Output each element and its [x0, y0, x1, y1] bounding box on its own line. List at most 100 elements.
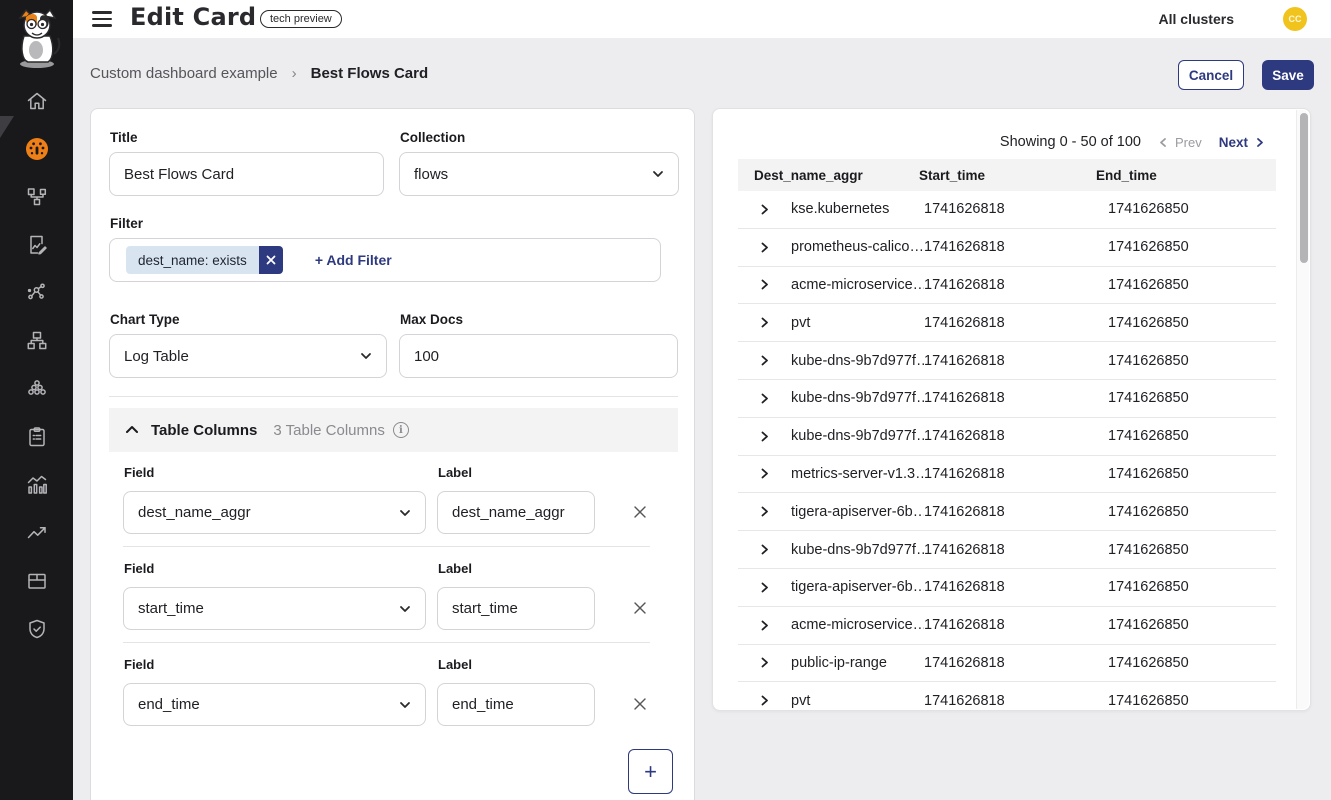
table-row[interactable]: tigera-apiserver-6b…17416268181741626850 — [738, 493, 1276, 531]
save-button[interactable]: Save — [1262, 60, 1314, 90]
sidebar-item-home[interactable] — [0, 77, 73, 125]
title-input[interactable] — [109, 152, 384, 196]
sidebar-item-service-graph[interactable] — [0, 269, 73, 317]
cell-end-time: 1741626850 — [1101, 542, 1260, 558]
cell-end-time: 1741626850 — [1101, 277, 1260, 293]
row-expand-icon[interactable] — [759, 393, 770, 404]
row-expand-icon[interactable] — [759, 279, 770, 290]
hamburger-menu-icon[interactable] — [92, 8, 114, 30]
clipboard-icon — [25, 425, 49, 449]
table-row[interactable]: prometheus-calico…17416268181741626850 — [738, 229, 1276, 267]
remove-column-button-1[interactable] — [631, 599, 649, 617]
field-select-2[interactable]: end_time — [123, 683, 426, 726]
chevron-down-icon — [360, 350, 372, 362]
table-row[interactable]: public-ip-range17416268181741626850 — [738, 645, 1276, 683]
sidebar-item-threat-feeds[interactable] — [0, 509, 73, 557]
cluster-nodes-icon — [25, 377, 49, 401]
sidebar-item-policies[interactable] — [0, 413, 73, 461]
cell-start-time: 1741626818 — [924, 466, 1101, 482]
table-row[interactable]: kse.kubernetes17416268181741626850 — [738, 191, 1276, 229]
table-row[interactable]: pvt17416268181741626850 — [738, 304, 1276, 342]
page-title: Edit Card — [130, 3, 256, 31]
sidebar-item-security[interactable] — [0, 605, 73, 653]
sidebar-item-inventory[interactable] — [0, 557, 73, 605]
scrollbar-track — [1296, 110, 1309, 709]
chart-type-value: Log Table — [124, 348, 189, 365]
cancel-button[interactable]: Cancel — [1178, 60, 1244, 90]
prev-page-button[interactable]: Prev — [1158, 135, 1202, 150]
collection-select[interactable]: flows — [399, 152, 679, 196]
next-page-button[interactable]: Next — [1219, 135, 1265, 150]
breadcrumb-parent[interactable]: Custom dashboard example — [90, 65, 278, 82]
info-icon[interactable]: i — [393, 422, 409, 438]
cell-start-time: 1741626818 — [924, 428, 1101, 444]
table-row[interactable]: tigera-apiserver-6b…17416268181741626850 — [738, 569, 1276, 607]
cluster-selector[interactable]: All clusters — [1159, 11, 1234, 27]
sidebar — [0, 0, 73, 800]
cell-dest-name: public-ip-range — [791, 655, 887, 671]
max-docs-input[interactable] — [399, 334, 678, 378]
label-input-2[interactable] — [437, 683, 595, 726]
label-input-0[interactable] — [437, 491, 595, 534]
tech-preview-badge: tech preview — [260, 10, 342, 28]
chevron-up-icon — [125, 423, 139, 437]
row-expand-icon[interactable] — [759, 544, 770, 555]
row-expand-icon[interactable] — [759, 695, 770, 706]
sidebar-item-topology[interactable] — [0, 173, 73, 221]
divider — [123, 642, 650, 643]
row-expand-icon[interactable] — [759, 431, 770, 442]
cell-start-time: 1741626818 — [924, 201, 1101, 217]
filter-chip-remove-icon[interactable] — [259, 246, 283, 274]
pagination: Showing 0 - 50 of 100 Prev Next — [1000, 134, 1265, 150]
avatar[interactable]: CC — [1283, 7, 1307, 31]
cell-end-time: 1741626850 — [1101, 353, 1260, 369]
table-row[interactable]: pvt17416268181741626850 — [738, 682, 1276, 711]
row-expand-icon[interactable] — [759, 620, 770, 631]
filter-chip[interactable]: dest_name: exists — [126, 246, 283, 274]
breadcrumb: Custom dashboard example › Best Flows Ca… — [90, 65, 428, 82]
row-expand-icon[interactable] — [759, 657, 770, 668]
row-expand-icon[interactable] — [759, 468, 770, 479]
field-select-0[interactable]: dest_name_aggr — [123, 491, 426, 534]
log-chart-icon — [25, 473, 49, 497]
showing-count: Showing 0 - 50 of 100 — [1000, 134, 1141, 150]
add-filter-button[interactable]: + Add Filter — [315, 252, 392, 268]
chevron-left-icon — [1158, 137, 1169, 148]
sidebar-item-dashboards[interactable] — [0, 125, 73, 173]
table-row[interactable]: acme-microservice…17416268181741626850 — [738, 607, 1276, 645]
cell-start-time: 1741626818 — [924, 542, 1101, 558]
remove-column-button-0[interactable] — [631, 503, 649, 521]
table-row[interactable]: metrics-server-v1.3…17416268181741626850 — [738, 456, 1276, 494]
sidebar-item-logs[interactable] — [0, 461, 73, 509]
field-select-1[interactable]: start_time — [123, 587, 426, 630]
label-input-1[interactable] — [437, 587, 595, 630]
filter-box[interactable]: dest_name: exists + Add Filter — [109, 238, 661, 282]
table-row[interactable]: kube-dns-9b7d977f…17416268181741626850 — [738, 418, 1276, 456]
scrollbar-thumb[interactable] — [1300, 113, 1308, 263]
table-row[interactable]: kube-dns-9b7d977f…17416268181741626850 — [738, 380, 1276, 418]
row-expand-icon[interactable] — [759, 317, 770, 328]
table-row[interactable]: kube-dns-9b7d977f…17416268181741626850 — [738, 531, 1276, 569]
remove-column-button-2[interactable] — [631, 695, 649, 713]
calico-cat-logo[interactable] — [10, 8, 64, 70]
row-expand-icon[interactable] — [759, 582, 770, 593]
field-value: start_time — [138, 600, 204, 617]
table-row[interactable]: acme-microservice…17416268181741626850 — [738, 267, 1276, 305]
row-expand-icon[interactable] — [759, 204, 770, 215]
chevron-down-icon — [399, 603, 411, 615]
divider — [123, 546, 650, 547]
sidebar-item-reports[interactable] — [0, 221, 73, 269]
label-label: Label — [438, 465, 472, 480]
row-expand-icon[interactable] — [759, 506, 770, 517]
sidebar-item-clusters[interactable] — [0, 365, 73, 413]
chart-type-select[interactable]: Log Table — [109, 334, 387, 378]
add-column-button[interactable]: + — [628, 749, 673, 794]
row-expand-icon[interactable] — [759, 242, 770, 253]
sidebar-item-network-sets[interactable] — [0, 317, 73, 365]
table-row[interactable]: kube-dns-9b7d977f…17416268181741626850 — [738, 342, 1276, 380]
row-expand-icon[interactable] — [759, 355, 770, 366]
table-columns-section-header[interactable]: Table Columns 3 Table Columns i — [109, 408, 678, 452]
cell-end-time: 1741626850 — [1101, 428, 1260, 444]
cell-end-time: 1741626850 — [1101, 201, 1260, 217]
service-graph-icon — [25, 281, 49, 305]
